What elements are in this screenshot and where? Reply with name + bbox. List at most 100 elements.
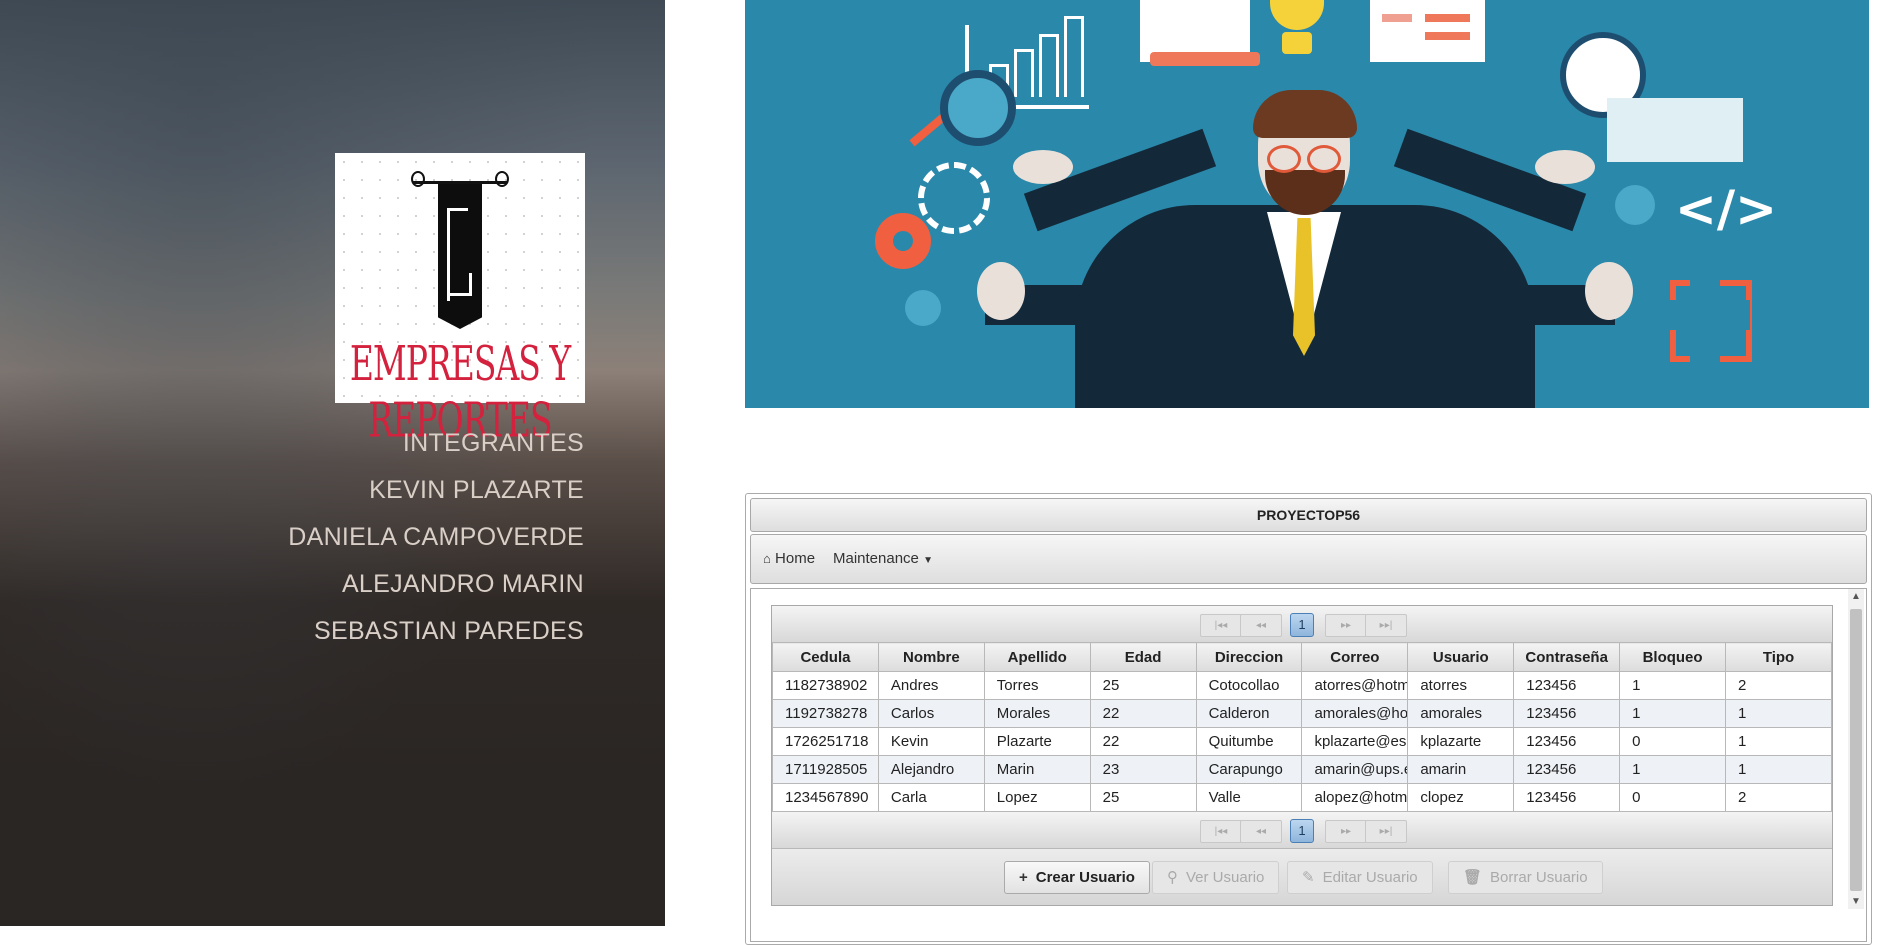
- edit-user-label: Editar Usuario: [1322, 869, 1418, 886]
- table-cell: Quitumbe: [1195, 727, 1303, 756]
- next-page-icon[interactable]: ▸▸: [1325, 820, 1367, 843]
- table-cell: kplazarte: [1407, 727, 1515, 756]
- company-logo: EMPRESAS Y REPORTES: [335, 153, 585, 448]
- table-cell: 123456: [1513, 755, 1621, 784]
- first-page-icon[interactable]: |◂◂: [1200, 614, 1242, 637]
- column-header[interactable]: Direccion: [1195, 642, 1303, 672]
- vertical-scrollbar[interactable]: ▲ ▼: [1848, 589, 1864, 909]
- table-row[interactable]: 1182738902 Andres Torres 25 Cotocollao atorre…: [772, 671, 1832, 700]
- last-page-icon[interactable]: ▸▸|: [1365, 614, 1407, 637]
- nav-item-daniela-campoverde[interactable]: DANIELA CAMPOVERDE: [288, 514, 584, 561]
- table-cell: 25: [1089, 671, 1197, 700]
- menubar: ⌂ Home Maintenance ▼: [750, 534, 1867, 584]
- first-page-icon[interactable]: |◂◂: [1200, 820, 1242, 843]
- table-cell: amarin: [1407, 755, 1515, 784]
- table-cell: 25: [1089, 783, 1197, 812]
- view-user-button[interactable]: ⚲ Ver Usuario: [1152, 861, 1280, 894]
- table-row[interactable]: 1192738278 Carlos Morales 22 Calderon amorale…: [772, 699, 1832, 728]
- prev-page-icon[interactable]: ◂◂: [1240, 820, 1282, 843]
- table-header-row: Cedula Nombre Apellido Edad Direccion Correo U…: [772, 642, 1832, 672]
- table-row[interactable]: 1726251718 Kevin Plazarte 22 Quitumbe kplazar…: [772, 727, 1832, 756]
- column-header[interactable]: Correo: [1301, 642, 1409, 672]
- table-cell: 1: [1619, 699, 1727, 728]
- next-page-icon[interactable]: ▸▸: [1325, 614, 1367, 637]
- table-cell: Valle: [1195, 783, 1303, 812]
- delete-user-label: Borrar Usuario: [1490, 869, 1588, 886]
- caret-down-icon: ▼: [923, 555, 933, 566]
- menu-maintenance[interactable]: Maintenance ▼: [833, 550, 933, 567]
- table-cell: 1: [1725, 755, 1832, 784]
- gear-icon: [905, 290, 941, 326]
- users-datatable: |◂◂ ◂◂ 1 ▸▸ ▸▸| Cedula Nombre Apellido Edad…: [771, 605, 1833, 906]
- delete-user-button[interactable]: 🗑 Borrar Usuario: [1448, 861, 1603, 894]
- table-cell: 123456: [1513, 727, 1621, 756]
- table-cell: 23: [1089, 755, 1197, 784]
- column-header[interactable]: Contraseña: [1513, 642, 1621, 672]
- table-cell: 1726251718: [772, 727, 879, 756]
- table-cell: 123456: [1513, 783, 1621, 812]
- table-cell: amorales@ho: [1301, 699, 1409, 728]
- sidebar: EMPRESAS Y REPORTES INTEGRANTES KEVIN PL…: [0, 0, 665, 926]
- envelope-icon: [1607, 98, 1743, 162]
- code-icon: </>: [1675, 180, 1778, 238]
- table-cell: Morales: [983, 699, 1091, 728]
- table-cell: kplazarte@es: [1301, 727, 1409, 756]
- column-header[interactable]: Usuario: [1407, 642, 1515, 672]
- table-row[interactable]: 1711928505 Alejandro Marin 23 Carapungo amari…: [772, 755, 1832, 784]
- table-cell: alopez@hotm: [1301, 783, 1409, 812]
- table-cell: 0: [1619, 727, 1727, 756]
- table-cell: 1182738902: [772, 671, 879, 700]
- table-cell: amorales: [1407, 699, 1515, 728]
- magnifier-icon: [940, 70, 1016, 146]
- column-header[interactable]: Apellido: [983, 642, 1091, 672]
- nav-item-kevin-plazarte[interactable]: KEVIN PLAZARTE: [288, 467, 584, 514]
- plus-icon: +: [1019, 869, 1028, 886]
- table-cell: atorres@hotm: [1301, 671, 1409, 700]
- table-cell: 1711928505: [772, 755, 879, 784]
- page-number[interactable]: 1: [1290, 613, 1314, 637]
- column-header[interactable]: Cedula: [772, 642, 879, 672]
- scroll-down-icon[interactable]: ▼: [1851, 896, 1861, 907]
- lightbulb-icon: [1270, 0, 1324, 30]
- column-header[interactable]: Bloqueo: [1619, 642, 1727, 672]
- nav-item-alejandro-marin[interactable]: ALEJANDRO MARIN: [288, 561, 584, 608]
- table-cell: 1: [1619, 755, 1727, 784]
- view-user-label: Ver Usuario: [1186, 869, 1265, 886]
- scroll-up-icon[interactable]: ▲: [1851, 591, 1861, 602]
- table-cell: Alejandro: [877, 755, 985, 784]
- table-cell: 2: [1725, 783, 1832, 812]
- column-header[interactable]: Tipo: [1725, 642, 1832, 672]
- table-cell: 123456: [1513, 699, 1621, 728]
- action-button-bar: + Crear Usuario ⚲ Ver Usuario ✎ Editar Usua…: [772, 848, 1832, 905]
- table-cell: Carla: [877, 783, 985, 812]
- edit-user-button[interactable]: ✎ Editar Usuario: [1287, 861, 1433, 894]
- table-cell: 1: [1725, 699, 1832, 728]
- scrollbar-thumb[interactable]: [1850, 609, 1862, 891]
- table-cell: 2: [1725, 671, 1832, 700]
- sidebar-nav: INTEGRANTES KEVIN PLAZARTE DANIELA CAMPO…: [288, 420, 584, 655]
- last-page-icon[interactable]: ▸▸|: [1365, 820, 1407, 843]
- column-header[interactable]: Edad: [1089, 642, 1197, 672]
- search-icon: ⚲: [1167, 869, 1178, 886]
- menu-home-label: Home: [775, 550, 816, 567]
- create-user-button[interactable]: + Crear Usuario: [1004, 861, 1150, 894]
- nav-item-sebastian-paredes[interactable]: SEBASTIAN PAREDES: [288, 608, 584, 655]
- prev-page-icon[interactable]: ◂◂: [1240, 614, 1282, 637]
- table-cell: Kevin: [877, 727, 985, 756]
- app-panel: PROYECTOP56 ⌂ Home Maintenance ▼ |◂◂ ◂◂ …: [745, 493, 1872, 945]
- table-cell: 22: [1089, 699, 1197, 728]
- table-cell: atorres: [1407, 671, 1515, 700]
- table-cell: Carapungo: [1195, 755, 1303, 784]
- app-title: PROYECTOP56: [750, 498, 1867, 532]
- home-icon: ⌂: [763, 551, 771, 566]
- page-number[interactable]: 1: [1290, 819, 1314, 843]
- gear-icon: [875, 213, 931, 269]
- column-header[interactable]: Nombre: [877, 642, 985, 672]
- nav-item-integrantes[interactable]: INTEGRANTES: [288, 420, 584, 467]
- table-row[interactable]: 1234567890 Carla Lopez 25 Valle alopez@hotm cl…: [772, 783, 1832, 812]
- table-cell: 1192738278: [772, 699, 879, 728]
- menu-home[interactable]: ⌂ Home: [763, 550, 815, 567]
- content-panel: |◂◂ ◂◂ 1 ▸▸ ▸▸| Cedula Nombre Apellido Edad…: [750, 588, 1867, 942]
- table-cell: clopez: [1407, 783, 1515, 812]
- table-cell: 1234567890: [772, 783, 879, 812]
